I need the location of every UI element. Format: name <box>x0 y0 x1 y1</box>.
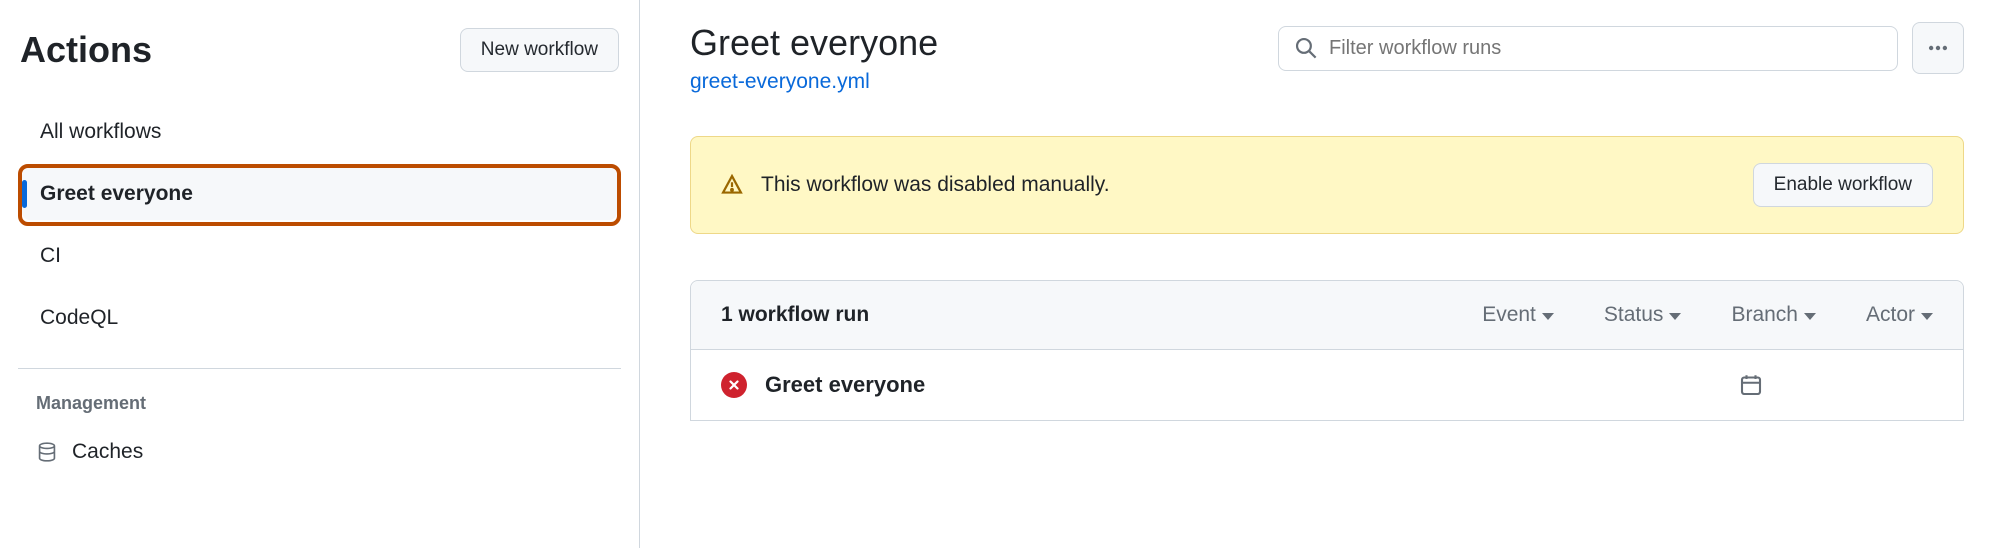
caret-down-icon <box>1669 313 1681 320</box>
caret-down-icon <box>1804 313 1816 320</box>
enable-workflow-button[interactable]: Enable workflow <box>1753 163 1933 207</box>
caches-label: Caches <box>72 440 143 464</box>
sidebar-header: Actions New workflow <box>18 28 621 94</box>
filter-actor-label: Actor <box>1866 303 1915 327</box>
kebab-icon <box>1927 37 1949 59</box>
sidebar-item-greet-everyone[interactable]: Greet everyone <box>22 168 617 220</box>
filter-group: Event Status Branch Actor <box>1482 303 1933 327</box>
title-block: Greet everyone greet-everyone.yml <box>690 22 938 94</box>
search-icon <box>1295 37 1317 59</box>
flash-left: This workflow was disabled manually. <box>721 173 1110 197</box>
runs-header: 1 workflow run Event Status Branch <box>691 281 1963 350</box>
filter-branch[interactable]: Branch <box>1731 303 1816 327</box>
filter-branch-label: Branch <box>1731 303 1798 327</box>
main-header: Greet everyone greet-everyone.yml <box>690 22 1964 94</box>
header-controls <box>1278 22 1964 74</box>
alert-icon <box>721 174 743 196</box>
filter-event[interactable]: Event <box>1482 303 1554 327</box>
workflow-list: All workflows Greet everyone CI CodeQL <box>18 102 621 350</box>
workflow-title: Greet everyone <box>690 22 938 64</box>
new-workflow-button[interactable]: New workflow <box>460 28 619 72</box>
filter-event-label: Event <box>1482 303 1536 327</box>
runs-box: 1 workflow run Event Status Branch <box>690 280 1964 421</box>
filter-actor[interactable]: Actor <box>1866 303 1933 327</box>
sidebar-title: Actions <box>20 29 152 71</box>
search-box[interactable] <box>1278 26 1898 71</box>
x-circle-fill-icon <box>721 372 747 398</box>
sidebar: Actions New workflow All workflows Greet… <box>0 0 640 548</box>
sidebar-divider <box>18 368 621 369</box>
sidebar-item-caches[interactable]: Caches <box>18 430 621 474</box>
sidebar-item-all-workflows[interactable]: All workflows <box>22 106 617 158</box>
filter-status[interactable]: Status <box>1604 303 1682 327</box>
flash-text: This workflow was disabled manually. <box>761 173 1110 197</box>
sidebar-item-ci[interactable]: CI <box>22 230 617 282</box>
calendar-icon <box>1739 373 1763 397</box>
kebab-menu-button[interactable] <box>1912 22 1964 74</box>
caret-down-icon <box>1542 313 1554 320</box>
caret-down-icon <box>1921 313 1933 320</box>
main-content: Greet everyone greet-everyone.yml <box>640 0 2014 548</box>
run-row[interactable]: Greet everyone <box>691 350 1963 420</box>
workflow-file-link[interactable]: greet-everyone.yml <box>690 70 870 94</box>
runs-count: 1 workflow run <box>721 303 1482 327</box>
search-input[interactable] <box>1329 37 1881 60</box>
sidebar-item-codeql[interactable]: CodeQL <box>22 292 617 344</box>
management-section-title: Management <box>18 393 621 430</box>
filter-status-label: Status <box>1604 303 1664 327</box>
run-title: Greet everyone <box>765 372 1721 398</box>
database-icon <box>36 441 58 463</box>
disabled-flash: This workflow was disabled manually. Ena… <box>690 136 1964 234</box>
